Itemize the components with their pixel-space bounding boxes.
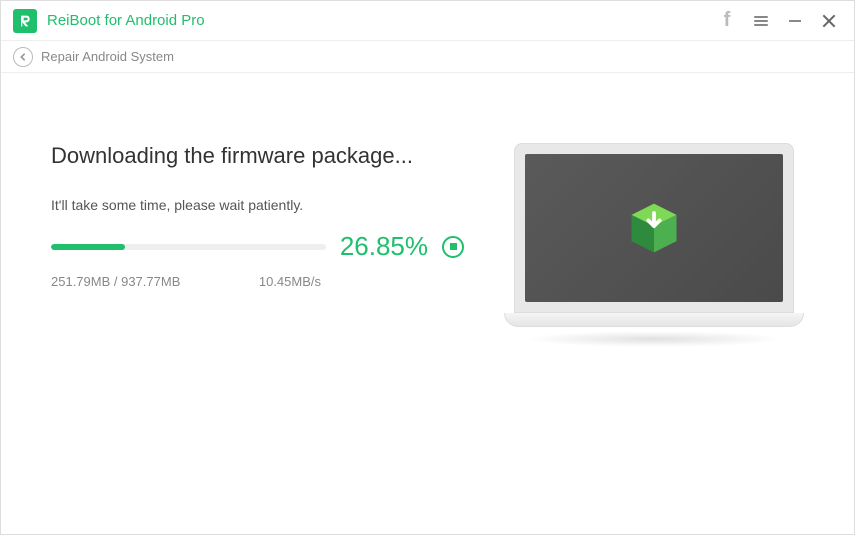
- facebook-button[interactable]: f: [710, 1, 744, 41]
- illustration-panel: [494, 143, 814, 494]
- menu-button[interactable]: [744, 1, 778, 41]
- laptop-base: [504, 313, 804, 327]
- progress-stats: 251.79MB / 937.77MB 10.45MB/s: [51, 274, 321, 289]
- laptop-screen: [525, 154, 783, 302]
- progress-fill: [51, 244, 125, 250]
- laptop-shadow: [524, 331, 784, 347]
- app-title: ReiBoot for Android Pro: [47, 12, 205, 29]
- titlebar: ReiBoot for Android Pro f: [1, 1, 854, 41]
- back-button[interactable]: [13, 47, 33, 67]
- facebook-icon: f: [724, 9, 731, 32]
- download-size: 251.79MB / 937.77MB: [51, 274, 180, 289]
- progress-bar: [51, 244, 326, 250]
- app-window: ReiBoot for Android Pro f Repair Android…: [0, 0, 855, 535]
- page-title: Downloading the firmware package...: [51, 143, 464, 169]
- download-speed: 10.45MB/s: [259, 274, 321, 289]
- progress-row: 26.85%: [51, 231, 464, 262]
- progress-percent: 26.85%: [340, 231, 428, 262]
- close-icon: [822, 14, 836, 28]
- laptop-illustration: [504, 143, 804, 347]
- package-download-icon: [624, 198, 684, 258]
- reiboot-logo-icon: [13, 9, 37, 33]
- stop-icon: [450, 243, 457, 250]
- back-arrow-icon: [18, 52, 28, 62]
- close-button[interactable]: [812, 1, 846, 41]
- minimize-button[interactable]: [778, 1, 812, 41]
- page-subtext: It'll take some time, please wait patien…: [51, 197, 464, 213]
- download-panel: Downloading the firmware package... It'l…: [51, 143, 464, 494]
- laptop-bezel: [514, 143, 794, 313]
- minimize-icon: [789, 20, 801, 22]
- breadcrumb-label: Repair Android System: [41, 49, 174, 64]
- breadcrumb: Repair Android System: [1, 41, 854, 73]
- main-content: Downloading the firmware package... It'l…: [1, 73, 854, 534]
- menu-icon: [754, 16, 768, 26]
- stop-button[interactable]: [442, 236, 464, 258]
